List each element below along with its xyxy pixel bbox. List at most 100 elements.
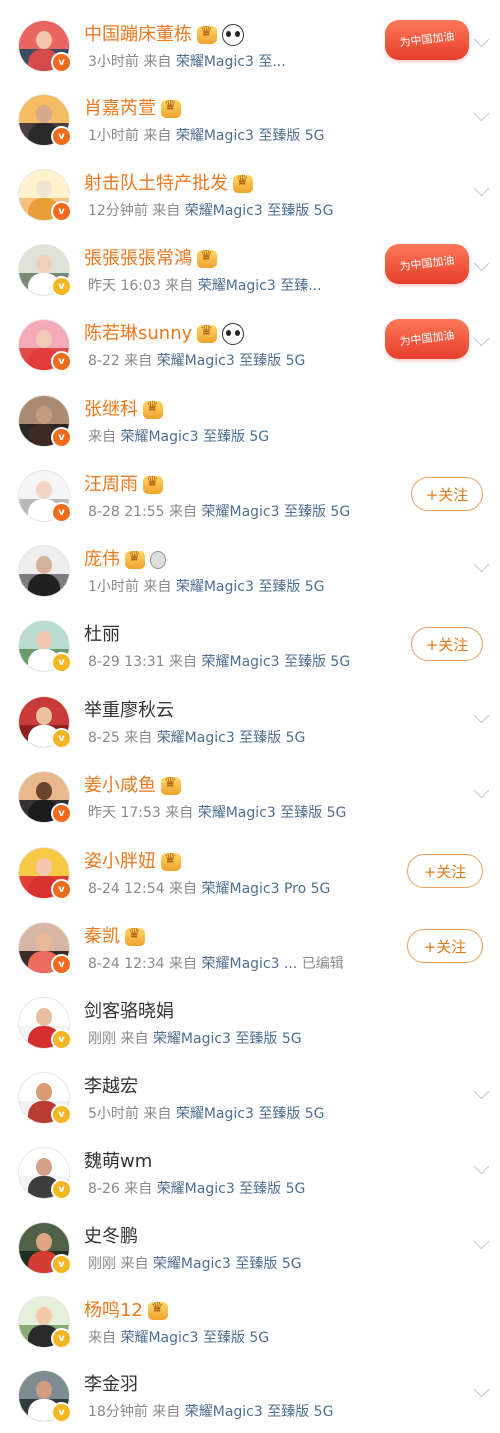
avatar[interactable]: v [18, 922, 72, 975]
avatar[interactable]: v [18, 997, 72, 1050]
device-source[interactable]: 荣耀Magic3 至臻版 5G [198, 805, 347, 821]
device-source[interactable]: 荣耀Magic3 至臻版 5G [176, 128, 325, 144]
user-name[interactable]: 剑客骆晓娟 [84, 999, 174, 1025]
avatar[interactable]: v [18, 847, 72, 900]
feed-row[interactable]: v 杨鸣12 来自 荣耀Magic3 至臻版 5G [0, 1284, 500, 1359]
device-source[interactable]: 荣耀Magic3 至臻版 5G [157, 730, 306, 746]
avatar[interactable]: v [18, 169, 72, 222]
feed-row[interactable]: v 张继科来自 荣耀Magic3 至臻版 5G [0, 383, 500, 458]
user-name[interactable]: 举重廖秋云 [84, 698, 174, 724]
device-source[interactable]: 荣耀Magic3 至臻版 5G [176, 1106, 325, 1122]
device-source[interactable]: 荣耀Magic3 至臻版 5G [120, 429, 269, 445]
follow-button[interactable]: +关注 [407, 854, 483, 888]
avatar[interactable]: v [18, 1296, 72, 1349]
chevron-down-icon[interactable] [473, 31, 490, 48]
feed-row[interactable]: v 張張張張常鴻昨天 16:03 来自 荣耀Magic3 至臻... 为中国加油 [0, 232, 500, 307]
feed-row[interactable]: v 举重廖秋云 8-25 来自 荣耀Magic3 至臻版 5G [0, 684, 500, 759]
user-name[interactable]: 张继科 [84, 397, 138, 423]
avatar[interactable]: v [18, 395, 72, 448]
device-source[interactable]: 荣耀Magic3 至臻版 5G [157, 353, 306, 369]
avatar[interactable]: v [18, 1222, 72, 1275]
chevron-down-icon[interactable] [473, 782, 490, 799]
user-name[interactable]: 射击队土特产批发 [84, 171, 228, 197]
avatar[interactable]: v [18, 94, 72, 147]
chevron-down-icon[interactable] [473, 1083, 490, 1100]
follow-button[interactable]: +关注 [411, 477, 483, 511]
feed-row[interactable]: v 姜小咸鱼昨天 17:53 来自 荣耀Magic3 至臻版 5G [0, 759, 500, 834]
feed-row[interactable]: v 史冬鹏 刚刚 来自 荣耀Magic3 至臻版 5G [0, 1210, 500, 1285]
user-name[interactable]: 李越宏 [84, 1074, 138, 1100]
user-name[interactable]: 杜丽 [84, 622, 120, 648]
device-source[interactable]: 荣耀Magic3 Pro 5G [201, 881, 330, 897]
user-name[interactable]: 秦凯 [84, 924, 120, 950]
user-name[interactable]: 杨鸣12 [84, 1298, 143, 1324]
device-source[interactable]: 荣耀Magic3 至臻版 5G [185, 203, 334, 219]
avatar[interactable]: v [18, 771, 72, 824]
device-source[interactable]: 荣耀Magic3 至臻... [198, 278, 322, 294]
device-source[interactable]: 荣耀Magic3 至臻版 5G [153, 1256, 302, 1272]
avatar[interactable]: v [18, 1072, 72, 1125]
user-name[interactable]: 史冬鹏 [84, 1224, 138, 1250]
avatar[interactable]: v [18, 244, 72, 297]
user-name[interactable]: 中国蹦床董栋 [84, 22, 192, 48]
device-source[interactable]: 荣耀Magic3 至臻版 5G [157, 1181, 306, 1197]
avatar[interactable]: v [18, 470, 72, 523]
feed-row[interactable]: v 剑客骆晓娟 刚刚 来自 荣耀Magic3 至臻版 5G [0, 985, 500, 1060]
chevron-down-icon[interactable] [473, 105, 490, 122]
avatar[interactable]: v [18, 1147, 72, 1200]
avatar[interactable]: v [18, 696, 72, 749]
device-source[interactable]: 荣耀Magic3 至臻版 5G [201, 654, 350, 670]
feed-row[interactable]: v 秦凯 8-24 12:34 来自 荣耀Magic3 ... 已编辑 +关注 [0, 910, 500, 985]
feed-row[interactable]: v 魏萌wm 8-26 来自 荣耀Magic3 至臻版 5G [0, 1135, 500, 1210]
feed-row[interactable]: v 肖嘉芮萱 1小时前 来自 荣耀Magic3 至臻版 5G [0, 82, 500, 157]
chevron-down-icon[interactable] [473, 1233, 490, 1250]
post-meta: 8-25 来自 荣耀Magic3 至臻版 5G [88, 727, 305, 747]
feed-row[interactable]: v 射击队土特产批发 12分钟前 来自 荣耀Magic3 至臻版 5G [0, 157, 500, 232]
feed-row[interactable]: v 姿小胖妞 8-24 12:54 来自 荣耀Magic3 Pro 5G +关注 [0, 835, 500, 910]
chevron-down-icon[interactable] [473, 707, 490, 724]
device-source[interactable]: 荣耀Magic3 至臻版 5G [153, 1031, 302, 1047]
source-prefix: 来自 [120, 1031, 149, 1047]
user-name[interactable]: 張張張張常鴻 [84, 246, 192, 272]
user-name[interactable]: 肖嘉芮萱 [84, 96, 156, 122]
follow-button[interactable]: +关注 [407, 929, 483, 963]
device-source[interactable]: 荣耀Magic3 至臻版 5G [185, 1404, 334, 1420]
feed-row[interactable]: v 李越宏 5小时前 来自 荣耀Magic3 至臻版 5G [0, 1060, 500, 1135]
feed-row[interactable]: v 中国蹦床董栋 3小时前 来自 荣耀Magic3 至... 为中国加油 [0, 8, 500, 83]
chevron-down-icon[interactable] [473, 330, 490, 347]
user-name[interactable]: 庞伟 [84, 547, 120, 573]
source-prefix: 来自 [124, 730, 153, 746]
post-meta: 8-24 12:34 来自 荣耀Magic3 ... 已编辑 [88, 953, 344, 973]
user-name[interactable]: 魏萌wm [84, 1149, 152, 1175]
name-line: 魏萌wm [84, 1149, 152, 1175]
feed-row[interactable]: v 杜丽 8-29 13:31 来自 荣耀Magic3 至臻版 5G +关注 [0, 608, 500, 683]
crown-icon [161, 851, 181, 871]
avatar[interactable]: v [18, 620, 72, 673]
chevron-down-icon[interactable] [473, 1381, 490, 1398]
user-name[interactable]: 李金羽 [84, 1372, 138, 1398]
avatar[interactable]: v [18, 1370, 72, 1423]
feed-row[interactable]: v 陈若琳sunny 8-22 来自 荣耀Magic3 至臻版 5G 为中国加油 [0, 307, 500, 382]
device-source[interactable]: 荣耀Magic3 至... [176, 54, 286, 70]
device-source[interactable]: 荣耀Magic3 至臻版 5G [176, 579, 325, 595]
device-source[interactable]: 荣耀Magic3 至臻版 5G [120, 1330, 269, 1346]
user-name[interactable]: 姜小咸鱼 [84, 773, 156, 799]
user-name[interactable]: 汪周雨 [84, 472, 138, 498]
follow-button[interactable]: +关注 [411, 627, 483, 661]
user-name[interactable]: 姿小胖妞 [84, 849, 156, 875]
chevron-down-icon[interactable] [473, 1158, 490, 1175]
crown-icon [161, 775, 181, 795]
feed-row[interactable]: v 汪周雨 8-28 21:55 来自 荣耀Magic3 至臻版 5G +关注 [0, 458, 500, 533]
avatar[interactable]: v [18, 20, 72, 73]
device-source[interactable]: 荣耀Magic3 至臻版 5G [201, 504, 350, 520]
feed-row[interactable]: v 李金羽 18分钟前 来自 荣耀Magic3 至臻版 5G [0, 1358, 500, 1433]
feed-row[interactable]: 庞伟 1小时前 来自 荣耀Magic3 至臻版 5G [0, 533, 500, 608]
chevron-down-icon[interactable] [473, 556, 490, 573]
chevron-down-icon[interactable] [473, 180, 490, 197]
avatar[interactable]: v [18, 319, 72, 372]
avatar[interactable] [18, 545, 70, 597]
chevron-down-icon[interactable] [473, 255, 490, 272]
device-source[interactable]: 荣耀Magic3 ... [201, 956, 297, 972]
cheer-badge-label: 为中国加油 [398, 328, 456, 349]
user-name[interactable]: 陈若琳sunny [84, 321, 192, 347]
